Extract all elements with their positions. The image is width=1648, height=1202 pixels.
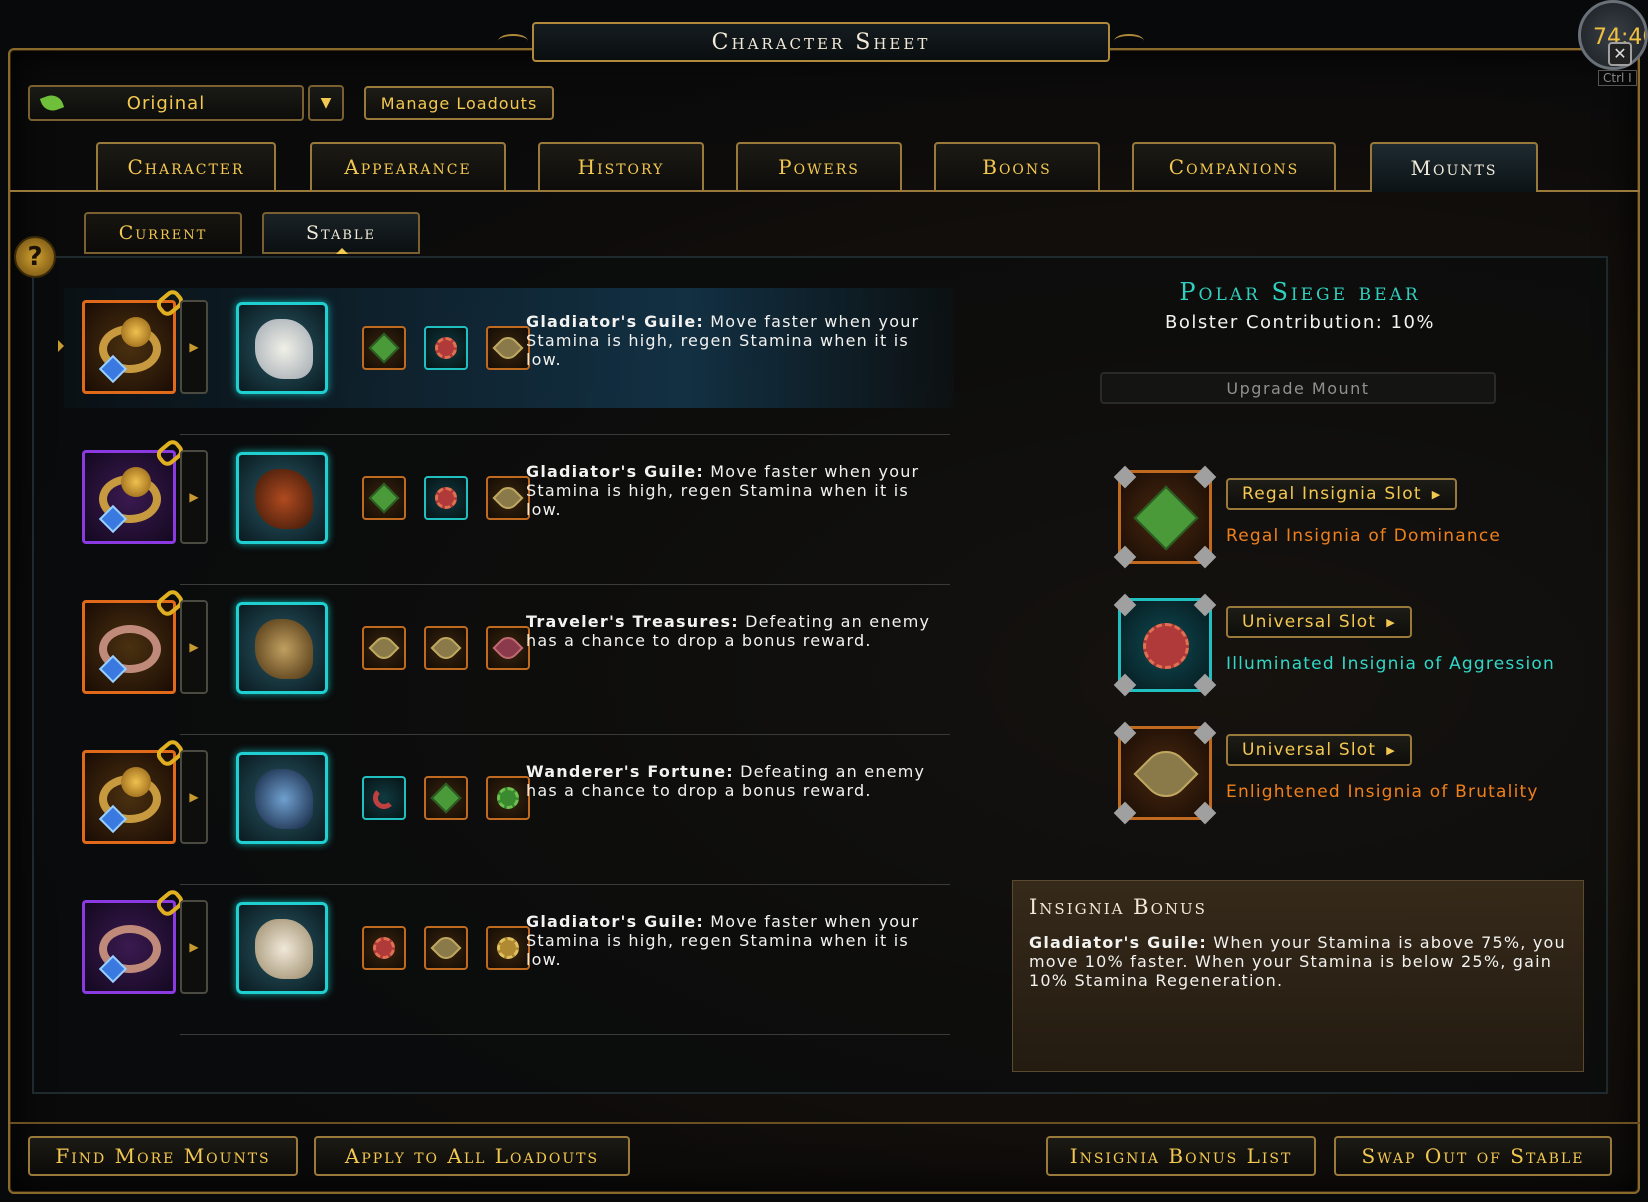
regal-insignia-icon[interactable] xyxy=(1113,465,1217,569)
mount-bonus-text: Gladiator's Guile: Move faster when your… xyxy=(526,462,946,519)
slot-item-name: Enlightened Insignia of Brutality xyxy=(1226,782,1539,802)
tab-powers[interactable]: Powers xyxy=(736,142,902,190)
bonus-name: Wanderer's Fortune: xyxy=(526,762,734,781)
slot-label: Universal Slot xyxy=(1242,740,1377,760)
brutality-insignia-icon[interactable] xyxy=(1113,721,1217,825)
mount-row[interactable]: ▶ Gladiator's Guile: Move faster when yo… xyxy=(64,436,954,558)
armored-beast-mount-icon[interactable] xyxy=(236,452,328,544)
expand-arrow-button[interactable]: ▶ xyxy=(180,300,208,394)
mount-bonus-text: Gladiator's Guile: Move faster when your… xyxy=(526,312,946,369)
footer-divider xyxy=(10,1122,1640,1124)
row-divider xyxy=(180,1034,950,1035)
chevron-right-icon: ▶ xyxy=(1386,743,1396,757)
equipment-bracelet-icon[interactable] xyxy=(82,586,187,694)
row-divider xyxy=(180,434,950,435)
swap-out-of-stable-button[interactable]: Swap Out of Stable xyxy=(1334,1136,1612,1176)
polar-bear-mount-icon[interactable] xyxy=(236,302,328,394)
keybind-hint: Ctrl I xyxy=(1598,70,1637,86)
insignia-eye-icon[interactable] xyxy=(486,326,530,370)
subtab-stable[interactable]: Stable xyxy=(262,212,420,254)
aggression-insignia-icon[interactable] xyxy=(1113,593,1217,697)
mount-bonus-text: Traveler's Treasures: Defeating an enemy… xyxy=(526,612,946,650)
insignia-eye-icon[interactable] xyxy=(362,626,406,670)
armored-horse-mount-icon[interactable] xyxy=(236,602,328,694)
equipment-bracelet-icon[interactable] xyxy=(82,886,187,994)
expand-arrow-button[interactable]: ▶ xyxy=(180,600,208,694)
equipment-ring-icon[interactable] xyxy=(82,286,187,394)
chevron-right-icon: ▶ xyxy=(1431,487,1442,501)
tab-boons[interactable]: Boons xyxy=(934,142,1100,190)
help-icon[interactable]: ? xyxy=(14,236,56,278)
title-ornament-left xyxy=(498,34,528,48)
chevron-right-icon: ▶ xyxy=(1386,615,1396,629)
bonus-name: Gladiator's Guile: xyxy=(526,462,705,481)
chevron-down-icon[interactable]: ▼ xyxy=(308,85,344,121)
slot-label: Regal Insignia Slot xyxy=(1242,484,1422,504)
tab-companions[interactable]: Companions xyxy=(1132,142,1336,190)
universal-slot-button[interactable]: Universal Slot ▶ xyxy=(1226,734,1412,766)
arcane-mount-icon[interactable] xyxy=(236,752,328,844)
find-more-mounts-button[interactable]: Find More Mounts xyxy=(28,1136,298,1176)
tab-character[interactable]: Character xyxy=(96,142,276,190)
insignia-red-leaf-icon[interactable] xyxy=(362,926,406,970)
bonus-name: Gladiator's Guile: xyxy=(526,312,705,331)
insignia-eye-icon[interactable] xyxy=(424,926,468,970)
bonus-name: Traveler's Treasures: xyxy=(526,612,739,631)
insignia-pink-eye-icon[interactable] xyxy=(486,626,530,670)
tab-history[interactable]: History xyxy=(538,142,704,190)
insignia-sun-icon[interactable] xyxy=(424,326,468,370)
insignia-green-star-icon[interactable] xyxy=(486,776,530,820)
equipment-ring-icon[interactable] xyxy=(82,436,187,544)
expand-arrow-button[interactable]: ▶ xyxy=(180,750,208,844)
insignia-leaf-icon[interactable] xyxy=(362,476,406,520)
insignia-leaf-icon[interactable] xyxy=(424,776,468,820)
mount-bonus-text: Gladiator's Guile: Move faster when your… xyxy=(526,912,946,969)
row-divider xyxy=(180,884,950,885)
window-title: Character Sheet xyxy=(532,22,1110,62)
slot-item-name: Regal Insignia of Dominance xyxy=(1226,526,1502,546)
mount-name-title: Polar Siege bear xyxy=(1179,278,1421,306)
insignia-bonus-name: Gladiator's Guile: xyxy=(1029,933,1208,952)
universal-slot-button[interactable]: Universal Slot ▶ xyxy=(1226,606,1412,638)
expand-arrow-button[interactable]: ▶ xyxy=(180,900,208,994)
loadout-selected-value: Original xyxy=(126,92,206,114)
slot-item-name: Illuminated Insignia of Aggression xyxy=(1226,654,1555,674)
mount-bonus-text: Wanderer's Fortune: Defeating an enemy h… xyxy=(526,762,946,800)
insignia-eye-icon[interactable] xyxy=(424,626,468,670)
insignia-bonus-panel: Insignia Bonus Gladiator's Guile: When y… xyxy=(1012,880,1584,1072)
apply-to-all-loadouts-button[interactable]: Apply to All Loadouts xyxy=(314,1136,630,1176)
slot-label: Universal Slot xyxy=(1242,612,1377,632)
mount-row[interactable]: ▶ Wanderer's Fortune: Defeating an enemy… xyxy=(64,736,954,858)
loadout-dropdown[interactable]: Original ▼ xyxy=(28,85,346,121)
manage-loadouts-button[interactable]: Manage Loadouts xyxy=(364,86,554,120)
mount-row[interactable]: ▶ Gladiator's Guile: Move faster when yo… xyxy=(58,286,954,408)
row-divider xyxy=(180,734,950,735)
insignia-leaf-icon[interactable] xyxy=(362,326,406,370)
bolster-contribution: Bolster Contribution: 10% xyxy=(1164,312,1436,333)
insignia-eye-icon[interactable] xyxy=(486,476,530,520)
upgrade-mount-button[interactable]: Upgrade Mount xyxy=(1100,372,1496,404)
loadout-field[interactable]: Original xyxy=(28,85,304,121)
insignia-moon-icon[interactable] xyxy=(362,776,406,820)
subtab-current[interactable]: Current xyxy=(84,212,242,254)
bonus-name: Gladiator's Guile: xyxy=(526,912,705,931)
close-button[interactable]: ✕ xyxy=(1608,42,1632,66)
mount-row[interactable]: ▶ Traveler's Treasures: Defeating an ene… xyxy=(64,586,954,708)
insignia-bonus-list-button[interactable]: Insignia Bonus List xyxy=(1046,1136,1316,1176)
selected-arrow-icon xyxy=(58,340,70,352)
regal-insignia-slot-button[interactable]: Regal Insignia Slot ▶ xyxy=(1226,478,1458,510)
insignia-gold-star-icon[interactable] xyxy=(486,926,530,970)
expand-arrow-button[interactable]: ▶ xyxy=(180,450,208,544)
title-ornament-right xyxy=(1114,34,1144,48)
lion-mount-icon[interactable] xyxy=(236,902,328,994)
mount-row[interactable]: ▶ Gladiator's Guile: Move faster when yo… xyxy=(64,886,954,1008)
tab-appearance[interactable]: Appearance xyxy=(310,142,506,190)
row-divider xyxy=(180,584,950,585)
equipment-ring-icon[interactable] xyxy=(82,736,187,844)
insignia-bonus-title: Insignia Bonus xyxy=(1029,895,1207,919)
tab-mounts[interactable]: Mounts xyxy=(1370,142,1538,192)
insignia-bonus-text: Gladiator's Guile: When your Stamina is … xyxy=(1029,933,1567,990)
insignia-sun-icon[interactable] xyxy=(424,476,468,520)
